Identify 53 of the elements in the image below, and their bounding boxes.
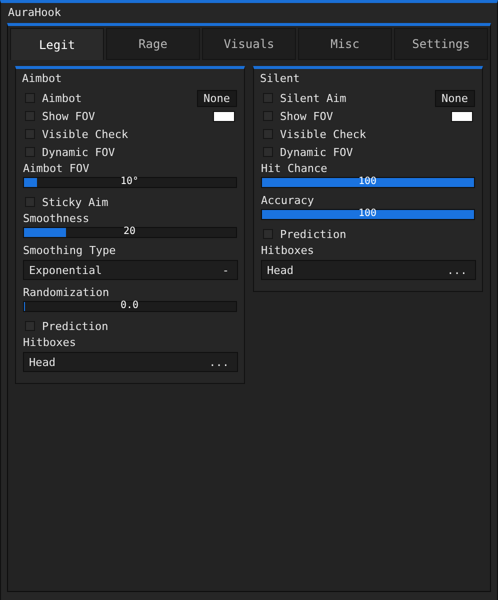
checkbox[interactable] <box>25 111 35 121</box>
checkbox[interactable] <box>263 147 273 157</box>
checkbox[interactable] <box>25 93 35 103</box>
checkbox[interactable] <box>263 229 273 239</box>
checkbox-label: Show FOV <box>280 110 334 122</box>
keybind-button[interactable]: None <box>196 90 237 106</box>
dropdown-label: Hitboxes <box>260 243 315 258</box>
checkbox-label: Prediction <box>280 228 348 240</box>
slider-value: 100 <box>358 208 377 220</box>
tab[interactable]: Settings <box>394 28 488 60</box>
slider[interactable] <box>23 177 237 188</box>
dropdown[interactable]: Exponential - <box>23 260 238 280</box>
checkbox-label: Show FOV <box>42 110 96 122</box>
checkbox-label: Sticky Aim <box>42 196 110 208</box>
checkbox[interactable] <box>263 111 273 121</box>
color-swatch[interactable] <box>451 110 473 122</box>
keybind-button[interactable]: None <box>434 90 475 106</box>
slider-value: 0.0 <box>120 300 139 312</box>
tab[interactable]: Misc <box>298 28 392 60</box>
checkbox[interactable] <box>263 129 273 139</box>
slider-value: 10° <box>120 176 139 188</box>
dropdown-label: Hitboxes <box>22 335 77 350</box>
checkbox-label: Dynamic FOV <box>280 146 354 158</box>
dropdown-label: Smoothing Type <box>22 243 117 258</box>
group-title: Silent <box>260 71 301 87</box>
dropdown[interactable]: Head ... <box>261 260 476 280</box>
tab[interactable]: Legit <box>10 28 104 60</box>
slider-label: Aimbot FOV <box>22 161 90 176</box>
slider-label: Smoothness <box>22 211 90 226</box>
dropdown[interactable]: Head ... <box>23 352 238 372</box>
slider-label: Hit Chance <box>260 161 328 176</box>
tab[interactable]: Rage <box>106 28 200 60</box>
checkbox-label: Silent Aim <box>280 92 348 104</box>
checkbox[interactable] <box>25 147 35 157</box>
checkbox[interactable] <box>25 129 35 139</box>
checkbox-label: Aimbot <box>42 92 83 104</box>
checkbox-label: Dynamic FOV <box>42 146 116 158</box>
slider[interactable] <box>23 227 237 238</box>
slider-label: Accuracy <box>260 193 315 208</box>
window-title: AuraHook <box>7 5 62 21</box>
checkbox[interactable] <box>25 321 35 331</box>
tab[interactable]: Visuals <box>202 28 296 60</box>
slider-label: Randomization <box>22 285 110 300</box>
checkbox-label: Visible Check <box>42 128 130 140</box>
checkbox[interactable] <box>263 93 273 103</box>
slider-value: 100 <box>358 176 377 188</box>
group-title: Aimbot <box>22 71 63 87</box>
checkbox-label: Visible Check <box>280 128 368 140</box>
slider[interactable] <box>23 301 237 312</box>
color-swatch[interactable] <box>213 110 235 122</box>
slider-value: 20 <box>123 226 136 238</box>
checkbox[interactable] <box>25 197 35 207</box>
checkbox-label: Prediction <box>42 320 110 332</box>
